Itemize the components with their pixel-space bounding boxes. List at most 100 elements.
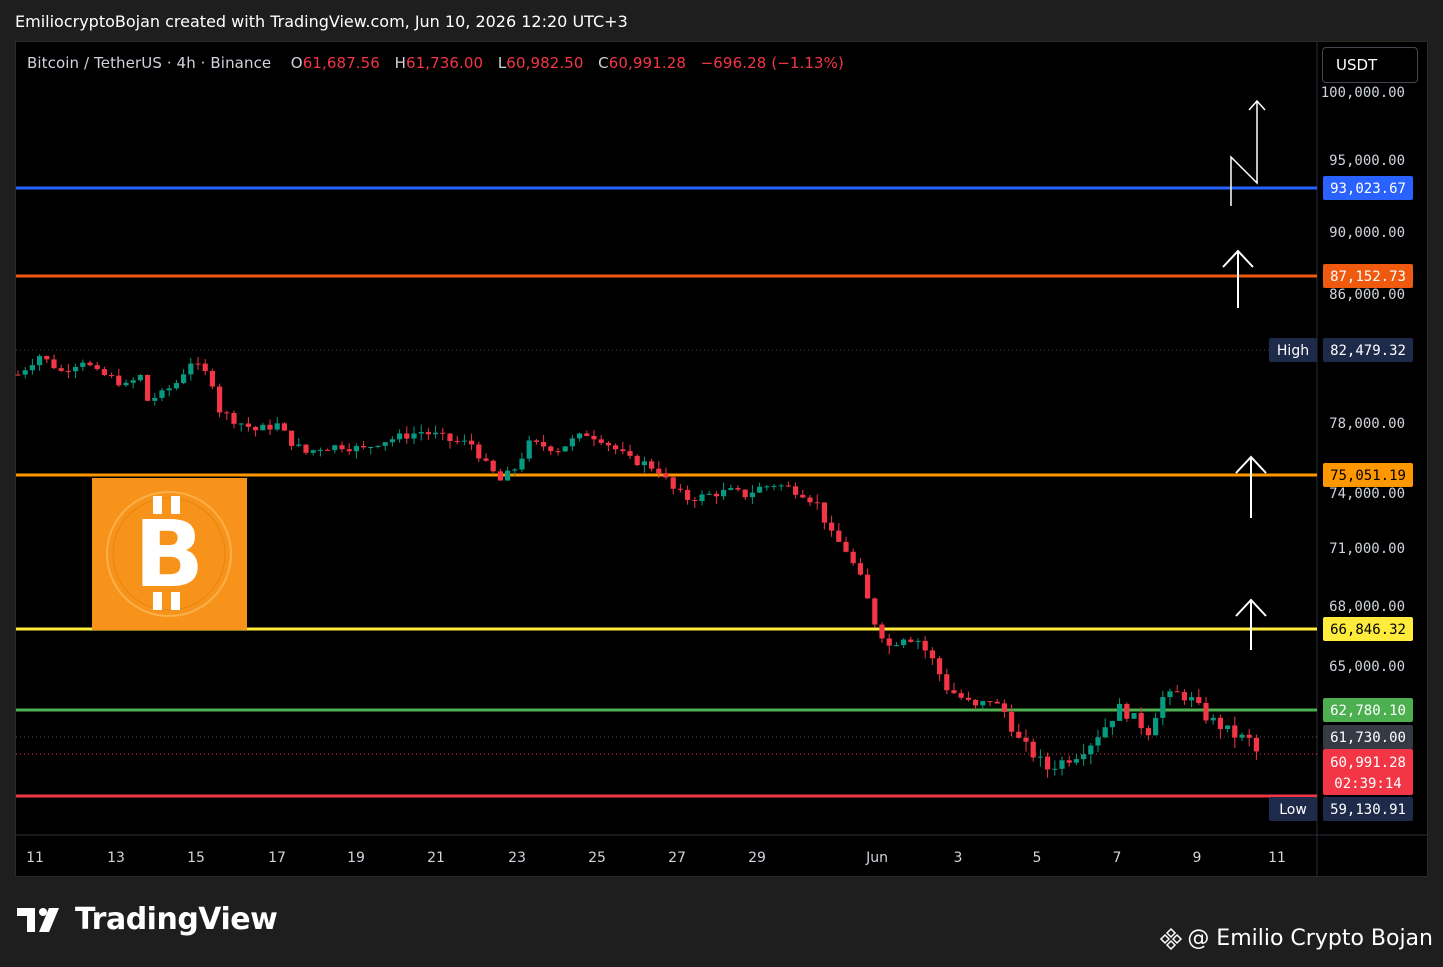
- legend-open-key: O: [290, 54, 303, 72]
- time-tick-label: 27: [668, 850, 686, 866]
- candle-body: [1174, 691, 1180, 693]
- high-marker: High 82,479.32: [1269, 338, 1413, 362]
- candle-body: [757, 486, 763, 493]
- candle-body: [706, 493, 712, 495]
- candle-body: [375, 445, 381, 447]
- candle-body: [584, 433, 590, 436]
- candle-body: [101, 369, 107, 376]
- candle-body: [937, 658, 943, 675]
- candle-body: [80, 362, 86, 367]
- candle-body: [483, 458, 489, 461]
- candle-body: [1009, 711, 1015, 732]
- level-price-label-3: 66,846.32: [1323, 617, 1413, 641]
- zigzag-arrow-icon: [1230, 99, 1266, 206]
- legend-high: 61,736.00: [405, 54, 484, 72]
- candle-body: [512, 469, 518, 471]
- candle-body: [418, 432, 424, 434]
- currency-selector[interactable]: USDT: [1322, 47, 1418, 83]
- candle-body: [1217, 717, 1223, 729]
- candle-body: [274, 423, 280, 430]
- candle-body: [1181, 692, 1187, 701]
- candle-body: [1232, 725, 1238, 738]
- candle-body: [1117, 703, 1123, 721]
- candle-body: [749, 492, 755, 498]
- candle-body: [728, 488, 734, 490]
- annotation-arrows: [1222, 99, 1267, 650]
- candle-body: [613, 445, 619, 450]
- candle-body: [181, 374, 187, 384]
- price-tick-label: 74,000.00: [1329, 486, 1405, 502]
- candle-body: [332, 445, 338, 451]
- candle-body: [850, 551, 856, 564]
- candle-body: [490, 460, 496, 472]
- candle-body: [51, 359, 57, 369]
- ohlc-legend: Bitcoin / TetherUS · 4h · Binance O61,68…: [27, 54, 844, 72]
- price-tick-label: 86,000.00: [1329, 287, 1405, 303]
- candle-body: [829, 522, 835, 531]
- arrow-up-66k-icon: [1235, 598, 1267, 650]
- candle-body: [505, 470, 511, 481]
- price-tick-label: 90,000.00: [1329, 225, 1405, 241]
- candle-body: [1073, 759, 1079, 763]
- candle-body: [159, 390, 165, 398]
- candle-body: [469, 440, 475, 445]
- candle-body: [397, 433, 403, 440]
- current-price-label: 61,730.00: [1323, 725, 1413, 749]
- candle-body: [94, 365, 100, 370]
- candle-body: [37, 355, 43, 366]
- time-tick-label: 11: [26, 850, 44, 866]
- high-marker-tag-text: High: [1277, 343, 1309, 359]
- candle-body: [627, 451, 633, 456]
- candle-body: [1138, 713, 1144, 729]
- candle-body: [785, 485, 791, 487]
- candle-body: [29, 365, 35, 371]
- candle-body: [1124, 703, 1130, 719]
- low-marker: Low 59,130.91: [1269, 797, 1413, 821]
- candle-body: [569, 438, 575, 447]
- candle-body: [519, 458, 525, 470]
- candle-body: [245, 423, 251, 427]
- candle-body: [713, 493, 719, 497]
- candle-body: [901, 639, 907, 646]
- candle-body: [152, 397, 158, 401]
- price-tick-label: 100,000.00: [1321, 85, 1405, 101]
- legend-open: 61,687.56: [302, 54, 380, 72]
- time-tick-label: 13: [107, 850, 125, 866]
- candle-body: [634, 455, 640, 466]
- level-price-label-2: 75,051.19: [1323, 463, 1413, 487]
- time-tick-label: 7: [1113, 850, 1122, 866]
- candle-body: [1081, 754, 1087, 760]
- candle-body: [58, 368, 64, 371]
- legend-close-key: C: [598, 54, 609, 72]
- time-tick-label: 3: [954, 850, 963, 866]
- candle-body: [461, 440, 467, 442]
- level-price-label-1: 87,152.73: [1323, 264, 1413, 288]
- candle-body: [857, 563, 863, 575]
- candle-body: [865, 574, 871, 599]
- candle-body: [915, 640, 921, 642]
- candle-body: [454, 441, 460, 443]
- candle-body: [1102, 727, 1108, 738]
- candle-body: [721, 489, 727, 497]
- candle-body: [476, 444, 482, 459]
- candle-body: [526, 440, 532, 459]
- candle-body: [843, 541, 849, 552]
- candle-body: [145, 375, 151, 401]
- current-price-label-text: 61,730.00: [1330, 730, 1406, 746]
- candle-body: [836, 530, 842, 542]
- legend-high-key: H: [394, 54, 406, 72]
- branding-text: TradingView: [75, 902, 278, 937]
- candle-body: [123, 382, 129, 386]
- candle-body: [109, 375, 115, 377]
- level-price-label-3-text: 66,846.32: [1330, 622, 1406, 638]
- candle-body: [296, 444, 302, 446]
- candle-body: [137, 375, 143, 381]
- candle-body: [893, 645, 899, 647]
- candle-body: [821, 502, 827, 523]
- candle-body: [202, 363, 208, 372]
- candle-body: [1196, 697, 1202, 703]
- candle-body: [1189, 697, 1195, 701]
- candle-body: [598, 439, 604, 443]
- candle-body: [692, 500, 698, 502]
- grid-layer: [16, 42, 1427, 876]
